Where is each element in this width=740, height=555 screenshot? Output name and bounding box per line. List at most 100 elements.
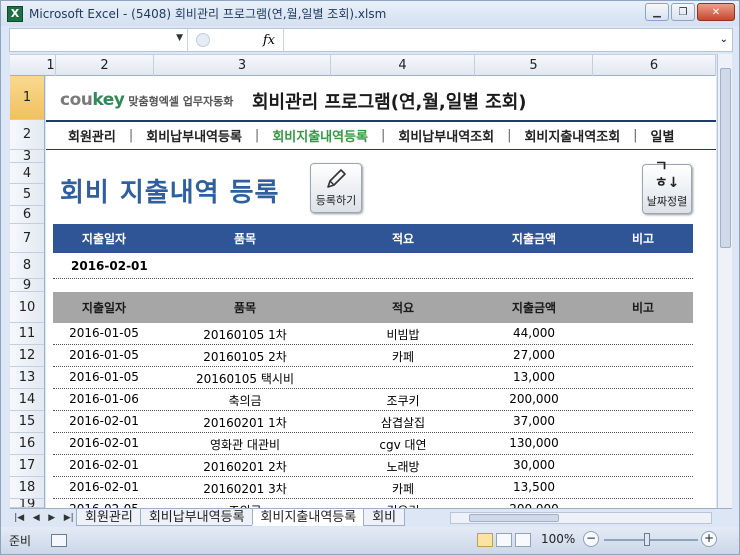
nav-item-daily[interactable]: 일별 bbox=[651, 126, 675, 145]
input-date-cell[interactable]: 2016-02-01 bbox=[71, 259, 148, 273]
input-row[interactable]: 2016-02-01 bbox=[53, 253, 693, 279]
row-desc[interactable]: 삼겹살집 bbox=[345, 414, 461, 431]
row-amount[interactable]: 13,000 bbox=[481, 370, 587, 384]
macro-record-icon[interactable] bbox=[51, 534, 68, 547]
tab-more[interactable]: 회비 bbox=[363, 509, 406, 526]
page-layout-view-icon[interactable] bbox=[496, 533, 512, 547]
row-date[interactable]: 2016-01-05 bbox=[63, 348, 145, 362]
next-sheet-icon[interactable]: ▶ bbox=[48, 513, 55, 523]
insert-function-button[interactable]: fx bbox=[263, 33, 275, 48]
zoom-level[interactable]: 100% bbox=[541, 532, 575, 546]
row-date[interactable]: 2016-01-06 bbox=[63, 392, 145, 406]
row-item[interactable]: 축의금 bbox=[145, 392, 345, 409]
horizontal-scrollbar[interactable] bbox=[450, 512, 712, 524]
first-sheet-icon[interactable]: |◀ bbox=[14, 513, 24, 523]
row-header[interactable]: 9 bbox=[10, 278, 44, 293]
last-sheet-icon[interactable]: ▶| bbox=[64, 513, 74, 523]
column-header[interactable]: 5 bbox=[475, 55, 593, 76]
table-row[interactable]: 2016-01-05 20160105 1차 비빔밥 44,000 bbox=[53, 323, 693, 345]
row-header[interactable]: 3 bbox=[10, 149, 44, 164]
table-row[interactable]: 2016-02-01 20160201 3차 카페 13,500 bbox=[53, 477, 693, 499]
row-item[interactable]: 20160201 1차 bbox=[145, 414, 345, 431]
row-desc[interactable]: 비빔밥 bbox=[345, 326, 461, 343]
sort-by-date-button[interactable]: ㄱㅎ↓ 날짜정렬 bbox=[642, 159, 692, 214]
row-item[interactable]: 영화관 대관비 bbox=[145, 436, 345, 453]
table-row[interactable]: 2016-02-01 20160201 2차 노래방 30,000 bbox=[53, 455, 693, 477]
nav-item-expense-register[interactable]: 회비지출내역등록 bbox=[272, 126, 368, 145]
name-box[interactable]: ▼ bbox=[10, 29, 188, 51]
row-desc[interactable]: 노래방 bbox=[345, 458, 461, 475]
row-date[interactable]: 2016-02-01 bbox=[63, 480, 145, 494]
row-amount[interactable]: 130,000 bbox=[481, 436, 587, 450]
tab-expense-register[interactable]: 회비지출내역등록 bbox=[251, 509, 366, 526]
row-header[interactable]: 1 bbox=[10, 76, 44, 120]
chevron-down-icon[interactable]: ▼ bbox=[176, 33, 183, 43]
row-header[interactable]: 4 bbox=[10, 163, 44, 184]
vertical-scroll-thumb[interactable] bbox=[720, 68, 731, 248]
row-header[interactable]: 19 bbox=[10, 499, 44, 508]
zoom-slider[interactable] bbox=[604, 539, 698, 541]
zoom-out-button[interactable]: − bbox=[583, 531, 599, 547]
nav-item-payment-query[interactable]: 회비납부내역조회 bbox=[398, 126, 494, 145]
row-desc[interactable]: cgv 대연 bbox=[345, 436, 461, 453]
row-amount[interactable]: 37,000 bbox=[481, 414, 587, 428]
table-row[interactable]: 2016-02-01 영화관 대관비 cgv 대연 130,000 bbox=[53, 433, 693, 455]
row-header[interactable]: 13 bbox=[10, 367, 44, 389]
column-header[interactable]: 4 bbox=[331, 55, 475, 76]
zoom-slider-knob[interactable] bbox=[644, 533, 650, 546]
row-item[interactable]: 20160201 2차 bbox=[145, 458, 345, 475]
row-header[interactable]: 17 bbox=[10, 455, 44, 477]
row-amount[interactable]: 30,000 bbox=[481, 458, 587, 472]
table-row[interactable]: 2016-01-05 20160105 2차 카페 27,000 bbox=[53, 345, 693, 367]
column-header[interactable]: 1 bbox=[46, 55, 56, 76]
nav-item-members[interactable]: 회원관리 bbox=[68, 126, 116, 145]
tab-payment-register[interactable]: 회비납부내역등록 bbox=[139, 509, 254, 526]
row-item[interactable]: 20160105 택시비 bbox=[145, 370, 345, 387]
register-button[interactable]: 등록하기 bbox=[310, 163, 362, 213]
row-desc[interactable]: 카페 bbox=[345, 480, 461, 497]
row-date[interactable]: 2016-02-01 bbox=[63, 414, 145, 428]
close-button[interactable]: ✕ bbox=[697, 3, 735, 21]
row-amount[interactable]: 200,000 bbox=[481, 392, 587, 406]
table-row[interactable]: 2016-02-05조의금김유림200,000 bbox=[53, 499, 693, 508]
row-header[interactable]: 10 bbox=[10, 292, 44, 323]
horizontal-scroll-thumb[interactable] bbox=[469, 514, 559, 522]
row-desc[interactable]: 조쿠키 bbox=[345, 392, 461, 409]
column-header[interactable]: 6 bbox=[593, 55, 716, 76]
row-header[interactable]: 5 bbox=[10, 184, 44, 206]
row-desc[interactable]: 카페 bbox=[345, 348, 461, 365]
row-header[interactable]: 11 bbox=[10, 323, 44, 345]
formula-cancel-icon[interactable] bbox=[196, 33, 210, 47]
row-header[interactable]: 6 bbox=[10, 206, 44, 224]
row-header[interactable]: 2 bbox=[10, 120, 44, 150]
row-header[interactable]: 18 bbox=[10, 477, 44, 499]
row-header[interactable]: 16 bbox=[10, 433, 44, 455]
page-break-view-icon[interactable] bbox=[515, 533, 531, 547]
table-row[interactable]: 2016-01-05 20160105 택시비 13,000 bbox=[53, 367, 693, 389]
expand-formula-bar-icon[interactable]: ⌄ bbox=[720, 34, 728, 45]
row-header[interactable]: 14 bbox=[10, 389, 44, 411]
prev-sheet-icon[interactable]: ◀ bbox=[33, 513, 40, 523]
column-header[interactable]: 2 bbox=[56, 55, 154, 76]
row-item[interactable]: 20160105 1차 bbox=[145, 326, 345, 343]
excel-app-icon[interactable]: X bbox=[7, 5, 23, 22]
row-header[interactable]: 8 bbox=[10, 253, 44, 279]
column-header[interactable]: 3 bbox=[154, 55, 331, 76]
minimize-button[interactable]: ▁ bbox=[645, 3, 669, 21]
row-header[interactable]: 12 bbox=[10, 345, 44, 367]
normal-view-icon[interactable] bbox=[477, 533, 493, 547]
row-item[interactable]: 20160201 3차 bbox=[145, 480, 345, 497]
row-date[interactable]: 2016-01-05 bbox=[63, 370, 145, 384]
row-date[interactable]: 2016-02-01 bbox=[63, 436, 145, 450]
table-row[interactable]: 2016-02-01 20160201 1차 삼겹살집 37,000 bbox=[53, 411, 693, 433]
restore-button[interactable]: ❐ bbox=[671, 3, 695, 21]
tab-members[interactable]: 회원관리 bbox=[76, 509, 142, 526]
row-header[interactable]: 7 bbox=[10, 224, 44, 253]
vertical-scrollbar[interactable] bbox=[717, 54, 732, 508]
zoom-in-button[interactable]: + bbox=[701, 531, 717, 547]
row-date[interactable]: 2016-01-05 bbox=[63, 326, 145, 340]
row-item[interactable]: 20160105 2차 bbox=[145, 348, 345, 365]
table-row[interactable]: 2016-01-06 축의금 조쿠키 200,000 bbox=[53, 389, 693, 411]
row-amount[interactable]: 44,000 bbox=[481, 326, 587, 340]
row-amount[interactable]: 27,000 bbox=[481, 348, 587, 362]
